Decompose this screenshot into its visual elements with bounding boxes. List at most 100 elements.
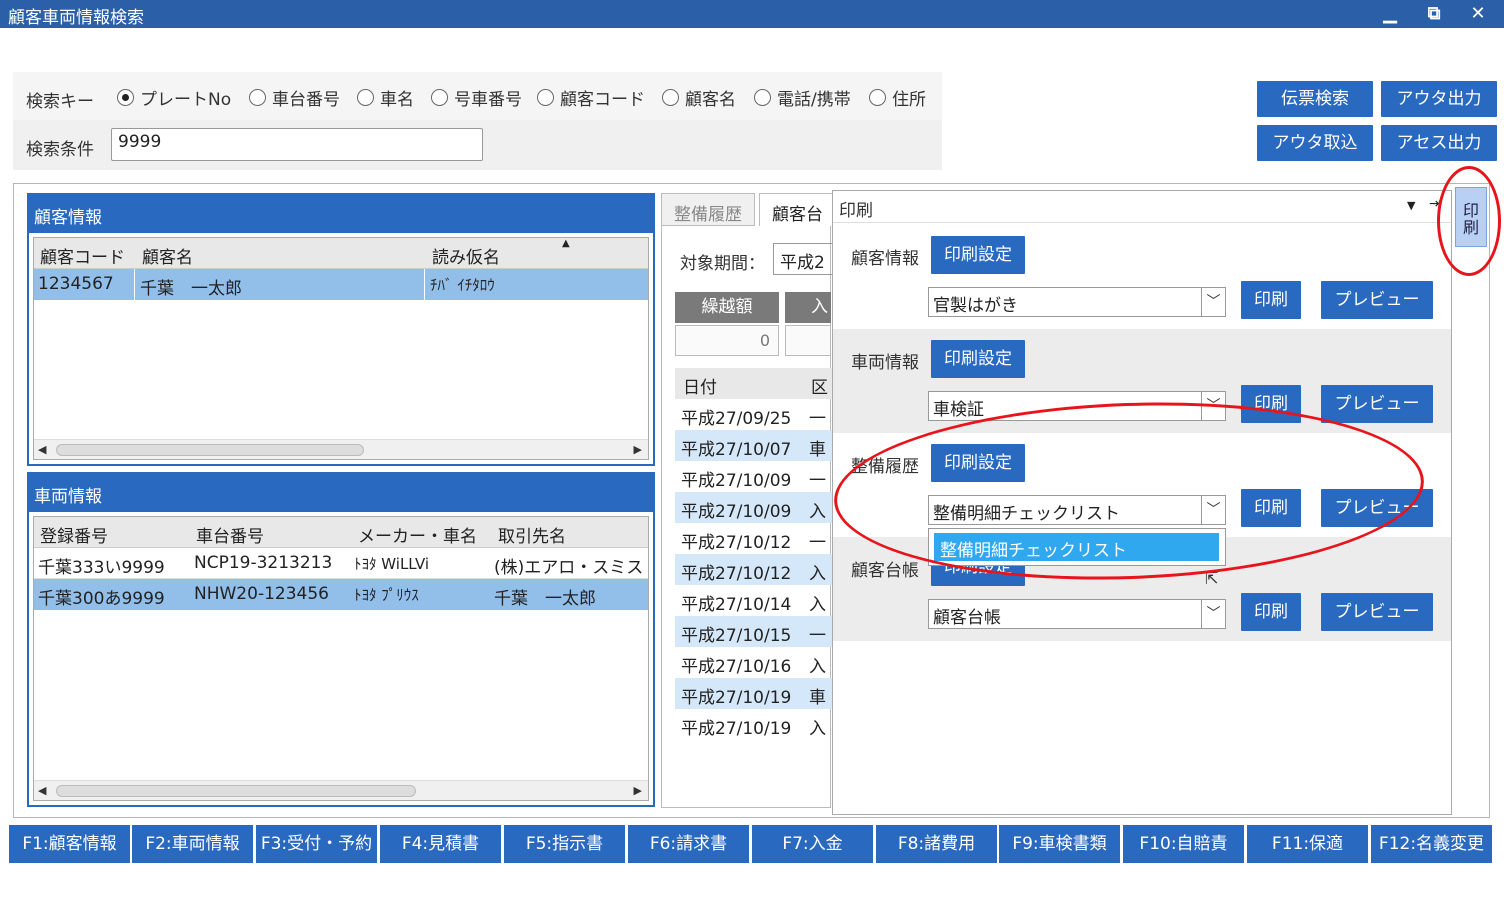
scroll-left-icon[interactable]: ◀ (38, 443, 46, 456)
print-section-label: 車両情報 (851, 353, 919, 373)
access-export-button[interactable]: アセス出力 (1381, 125, 1497, 161)
minimize-icon[interactable]: ▁ (1375, 2, 1405, 26)
chevron-down-icon[interactable]: ﹀ (1201, 288, 1225, 316)
period-input[interactable]: 平成2 (773, 243, 833, 275)
function-key-button[interactable]: F4:見積書 (380, 825, 501, 863)
scroll-right-icon[interactable]: ▶ (634, 784, 642, 797)
column-header[interactable]: メーカー・車名 (358, 522, 477, 547)
vehicle-grid-header: 登録番号 車台番号 メーカー・車名 取引先名 (34, 517, 648, 548)
radio-icon (869, 88, 886, 106)
list-item[interactable]: 平成27/10/09 一 (675, 461, 835, 492)
radio-phone[interactable]: 電話/携帯 (754, 87, 851, 110)
column-header[interactable]: 顧客コード (40, 243, 125, 268)
cell-date: 平成27/10/19 (681, 719, 792, 739)
radio-plate-no[interactable]: プレートNo (117, 87, 231, 110)
function-key-button[interactable]: F1:顧客情報 (9, 825, 130, 863)
scroll-left-icon[interactable]: ◀ (38, 784, 46, 797)
print-button[interactable]: 印刷 (1241, 593, 1301, 631)
list-item[interactable]: 平成27/10/15 一 (675, 616, 835, 647)
preview-button[interactable]: プレビュー (1321, 385, 1433, 423)
print-form-select[interactable]: 顧客台帳 ﹀ (928, 599, 1226, 629)
column-header[interactable]: 登録番号 (40, 522, 108, 547)
function-key-button[interactable]: F11:保適 (1247, 825, 1368, 863)
radio-icon (662, 88, 679, 106)
column-header[interactable]: 読み仮名 (432, 243, 500, 268)
cell-date: 平成27/10/09 (681, 502, 792, 522)
print-button[interactable]: 印刷 (1241, 281, 1301, 319)
preview-button[interactable]: プレビュー (1321, 281, 1433, 319)
close-icon[interactable]: ✕ (1463, 2, 1493, 26)
highlight-ring-side-tab (1437, 166, 1501, 276)
preview-button[interactable]: プレビュー (1321, 593, 1433, 631)
list-item[interactable]: 平成27/10/16 入 (675, 647, 835, 678)
print-section-label: 顧客情報 (851, 249, 919, 269)
customer-grid-header: 顧客コード 顧客名 読み仮名 ▲ (34, 238, 648, 269)
print-settings-button[interactable]: 印刷設定 (931, 236, 1025, 274)
table-row[interactable]: 1234567 千葉 一太郎 ﾁﾊﾞ ｲﾁﾀﾛｳ (34, 269, 648, 300)
function-key-button[interactable]: F12:名義変更 (1371, 825, 1492, 863)
print-section: 顧客情報 印刷設定官製はがき ﹀ 印刷 プレビュー (833, 225, 1451, 329)
tab-customer-ledger[interactable]: 顧客台 (759, 193, 836, 226)
outer-import-button[interactable]: アウタ取込 (1257, 125, 1373, 161)
restore-icon[interactable]: ⧉ (1419, 2, 1449, 26)
print-form-select[interactable]: 官製はがき ﹀ (928, 287, 1226, 317)
list-item[interactable]: 平成27/10/09 入 (675, 492, 835, 523)
outer-export-button[interactable]: アウタ出力 (1381, 81, 1497, 117)
cell-customer-code: 1234567 (38, 274, 114, 294)
customer-grid[interactable]: 顧客コード 顧客名 読み仮名 ▲ 1234567 千葉 一太郎 ﾁﾊﾞ ｲﾁﾀﾛ… (33, 237, 649, 460)
radio-icon (357, 88, 374, 106)
radio-address[interactable]: 住所 (869, 87, 926, 110)
function-key-button[interactable]: F6:請求書 (628, 825, 749, 863)
list-item[interactable]: 平成27/10/07 車 (675, 430, 835, 461)
column-header[interactable]: 顧客名 (142, 243, 193, 268)
function-key-button[interactable]: F10:自賠責 (1123, 825, 1244, 863)
list-item[interactable]: 平成27/09/25 一 (675, 399, 835, 430)
list-item[interactable]: 平成27/10/12 一 (675, 523, 835, 554)
horizontal-scrollbar[interactable]: ◀ ▶ (34, 439, 648, 459)
cell-date: 平成27/10/12 (681, 564, 792, 584)
list-item[interactable]: 平成27/10/12 入 (675, 554, 835, 585)
function-key-button[interactable]: F5:指示書 (504, 825, 625, 863)
denpyo-search-button[interactable]: 伝票検索 (1257, 81, 1373, 117)
function-key-button[interactable]: F9:車検書類 (999, 825, 1120, 863)
table-row[interactable]: 千葉300あ9999 NHW20-123456 ﾄﾖﾀ ﾌﾟﾘｳｽ 千葉 一太郎 (34, 579, 648, 610)
cell-kind: 車 (809, 440, 826, 460)
cell-client: 千葉 一太郎 (494, 589, 596, 609)
function-key-button[interactable]: F3:受付・予約 (256, 825, 377, 863)
function-key-button[interactable]: F7:入金 (752, 825, 873, 863)
radio-checked-icon (117, 88, 134, 106)
radio-car-number[interactable]: 号車番号 (431, 87, 522, 110)
tab-maintenance-history[interactable]: 整備履歴 (661, 193, 755, 226)
radio-customer-code[interactable]: 顧客コード (537, 87, 645, 110)
sort-asc-icon: ▲ (562, 238, 570, 249)
column-header[interactable]: 取引先名 (498, 522, 566, 547)
cell-kind: 一 (809, 626, 826, 646)
cell-kind: 車 (809, 688, 826, 708)
function-key-button[interactable]: F2:車両情報 (132, 825, 253, 863)
horizontal-scrollbar[interactable]: ◀ ▶ (34, 780, 648, 800)
scroll-right-icon[interactable]: ▶ (634, 443, 642, 456)
cell-customer-name: 千葉 一太郎 (140, 279, 242, 299)
period-label: 対象期間： (680, 254, 765, 274)
radio-chassis-no[interactable]: 車台番号 (249, 87, 340, 110)
list-item[interactable]: 平成27/10/19 入 (675, 709, 835, 740)
cell-chassis: NHW20-123456 (194, 584, 329, 604)
search-cond-input[interactable]: 9999 (111, 128, 483, 161)
column-header[interactable]: 日付 (683, 373, 717, 398)
chevron-down-icon[interactable]: ﹀ (1201, 600, 1225, 628)
column-header[interactable]: 区 (811, 373, 828, 398)
table-row[interactable]: 千葉333い9999 NCP19-3213213 ﾄﾖﾀ WiLLVi (株)エ… (34, 548, 648, 579)
vehicle-grid[interactable]: 登録番号 車台番号 メーカー・車名 取引先名 千葉333い9999 NCP19-… (33, 516, 649, 801)
scroll-thumb[interactable] (56, 785, 416, 797)
function-key-button[interactable]: F8:諸費用 (876, 825, 997, 863)
cell-date: 平成27/10/19 (681, 688, 792, 708)
vehicle-panel: 車両情報 登録番号 車台番号 メーカー・車名 取引先名 千葉333い9999 N… (27, 472, 655, 807)
list-item[interactable]: 平成27/10/14 入 (675, 585, 835, 616)
list-item[interactable]: 平成27/10/19 車 (675, 678, 835, 709)
scroll-thumb[interactable] (56, 444, 364, 456)
print-settings-button[interactable]: 印刷設定 (931, 340, 1025, 378)
radio-car-name[interactable]: 車名 (357, 87, 414, 110)
dropdown-arrow-icon[interactable]: ▼ (1407, 199, 1415, 212)
radio-customer-name[interactable]: 顧客名 (662, 87, 736, 110)
column-header[interactable]: 車台番号 (196, 522, 264, 547)
